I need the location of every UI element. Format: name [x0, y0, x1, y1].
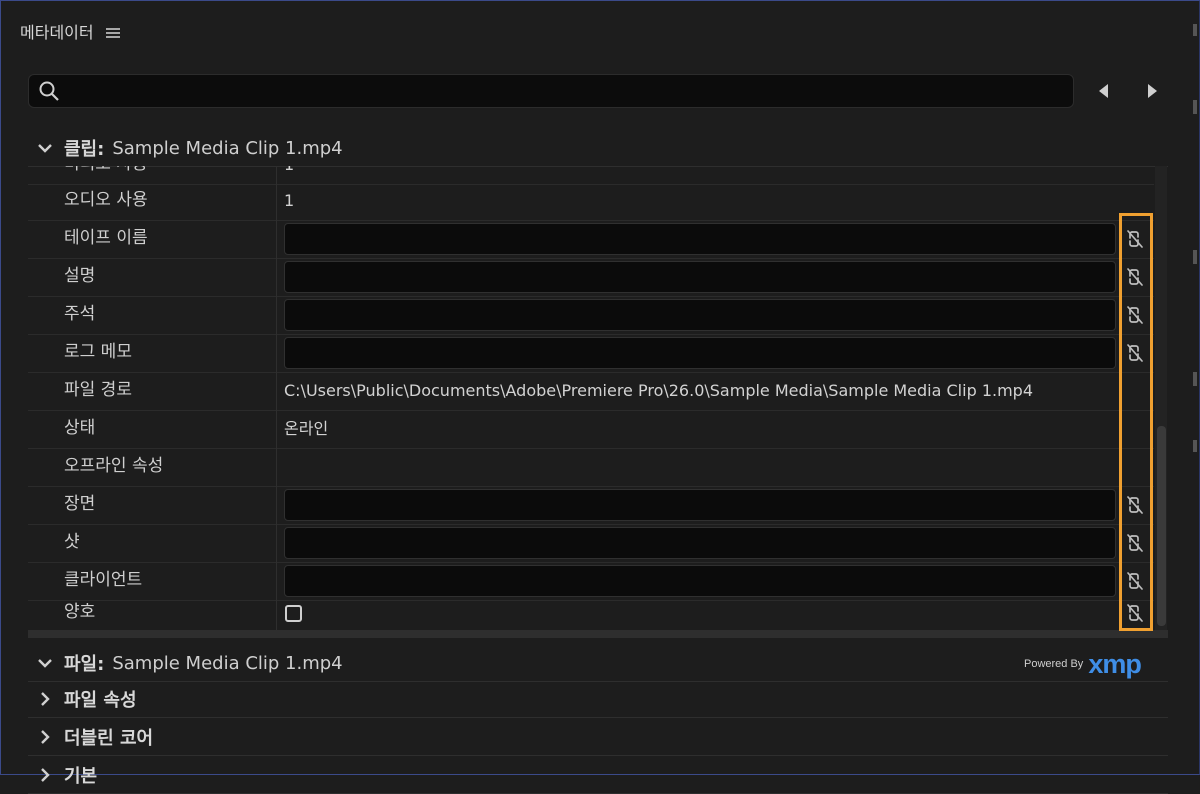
row-file-path: 파일 경로 C:\Users\Public\Documents\Adobe\Pr… [28, 372, 1154, 411]
edge-tick [1193, 440, 1197, 452]
row-shot: 샷 [28, 524, 1154, 563]
row-scene: 장면 [28, 486, 1154, 525]
comment-input[interactable] [285, 300, 1115, 330]
section-file-header[interactable]: 파일: Sample Media Clip 1.mp4 [28, 645, 1168, 682]
client-input[interactable] [285, 566, 1115, 596]
section-clip-value: Sample Media Clip 1.mp4 [112, 137, 343, 159]
log-note-field[interactable] [284, 337, 1116, 369]
row-value: 1 [284, 191, 295, 210]
section-dublin-core-label: 더블린 코어 [64, 728, 154, 749]
row-comment: 주석 [28, 296, 1154, 335]
row-good: 양호 [28, 594, 1154, 630]
row-tape-name: 테이프 이름 [28, 220, 1154, 259]
row-label: 양호 [64, 602, 96, 622]
edge-tick [1193, 100, 1197, 114]
row-label: 설명 [64, 266, 96, 286]
client-field[interactable] [284, 565, 1116, 597]
row-label: 장면 [64, 494, 96, 514]
search-icon [39, 81, 59, 101]
edge-tick [1193, 250, 1197, 264]
row-label: 테이프 이름 [64, 228, 148, 248]
row-label: 주석 [64, 304, 96, 324]
chevron-down-icon [38, 144, 52, 153]
section-file-properties-header[interactable]: 파일 속성 [28, 681, 1168, 718]
section-file-properties-label: 파일 속성 [64, 690, 137, 711]
scene-field[interactable] [284, 489, 1116, 521]
powered-by-xmp: Powered By xmp [1024, 649, 1142, 679]
section-dublin-core-header[interactable]: 더블린 코어 [28, 719, 1168, 756]
previous-result-button[interactable] [1099, 84, 1108, 98]
clip-properties-list: 비디오 사용 1 오디오 사용 1 테이프 이름 설명 주석 로그 메모 파일 … [28, 166, 1154, 630]
row-label: 로그 메모 [64, 342, 132, 362]
edge-tick [1193, 24, 1197, 36]
row-log-note: 로그 메모 [28, 334, 1154, 373]
row-label: 파일 경로 [64, 380, 132, 400]
search-box [28, 74, 1074, 108]
chevron-right-icon [41, 768, 50, 782]
comment-field[interactable] [284, 299, 1116, 331]
section-file-label: 파일: [64, 654, 105, 675]
xmp-logo: xmp [1088, 649, 1142, 679]
good-checkbox[interactable] [285, 605, 302, 622]
row-label: 비디오 사용 [64, 166, 148, 183]
shot-field[interactable] [284, 527, 1116, 559]
section-clip-label: 클립: [64, 139, 105, 160]
scene-input[interactable] [285, 490, 1115, 520]
chevron-right-icon [41, 692, 50, 706]
row-status: 상태 온라인 [28, 410, 1154, 449]
section-file-value: Sample Media Clip 1.mp4 [112, 652, 343, 674]
row-audio-usage: 오디오 사용 1 [28, 182, 1154, 221]
section-basic-header[interactable]: 기본 [28, 757, 1168, 794]
chevron-down-icon [38, 659, 52, 668]
chevron-right-icon [41, 730, 50, 744]
tape-name-input[interactable] [285, 224, 1115, 254]
search-input[interactable] [71, 79, 1065, 105]
panel-title: 메타데이터 [20, 23, 94, 42]
row-label: 샷 [64, 532, 80, 552]
file-path-value: C:\Users\Public\Documents\Adobe\Premiere… [284, 381, 1033, 400]
tape-name-field[interactable] [284, 223, 1116, 255]
section-basic-label: 기본 [64, 766, 98, 787]
log-note-input[interactable] [285, 338, 1115, 368]
hamburger-menu-icon[interactable] [105, 26, 120, 38]
status-value: 온라인 [284, 419, 329, 438]
panel-header: 메타데이터 [20, 18, 120, 44]
row-description: 설명 [28, 258, 1154, 297]
shot-input[interactable] [285, 528, 1115, 558]
row-label: 상태 [64, 418, 96, 438]
row-label: 오프라인 속성 [64, 456, 164, 476]
row-value: 1 [284, 166, 294, 183]
powered-by-text: Powered By [1024, 658, 1084, 670]
description-field[interactable] [284, 261, 1116, 293]
highlight-box [1119, 213, 1153, 631]
section-clip-header[interactable]: 클립: Sample Media Clip 1.mp4 [28, 130, 1168, 167]
description-input[interactable] [285, 262, 1115, 292]
edge-tick [1193, 372, 1197, 386]
clip-scrollbar-thumb[interactable] [1157, 426, 1166, 626]
clip-section-resize-bar[interactable] [28, 630, 1168, 638]
row-offline-props: 오프라인 속성 [28, 448, 1154, 487]
next-result-button[interactable] [1148, 84, 1157, 98]
row-label: 오디오 사용 [64, 190, 148, 210]
